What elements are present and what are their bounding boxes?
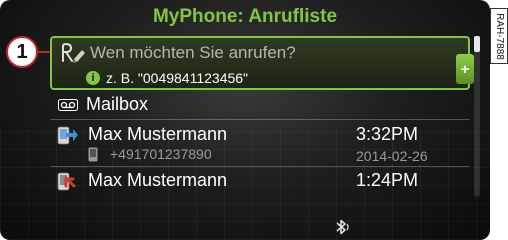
callout-line bbox=[38, 51, 50, 53]
info-icon: i bbox=[86, 71, 100, 85]
infotainment-screen: MyPhone: Anrufliste Wen möchten Sie anru… bbox=[0, 0, 490, 240]
mobile-phone-icon bbox=[88, 147, 98, 161]
call-time: 3:32PM bbox=[356, 124, 419, 144]
search-hint: i z. B. "0049841123456" bbox=[86, 70, 248, 86]
search-row[interactable]: Wen möchten Sie anrufen? bbox=[60, 42, 296, 64]
call-list-item[interactable]: Max Mustermann 3:32PM +491701237890 2014… bbox=[56, 124, 466, 168]
call-list-item[interactable]: Max Mustermann 1:24PM bbox=[56, 170, 466, 196]
contact-name: Max Mustermann bbox=[88, 170, 228, 190]
outgoing-call-icon bbox=[57, 126, 78, 145]
call-date: 2014-02-26 bbox=[356, 148, 428, 164]
search-placeholder: Wen möchten Sie anrufen? bbox=[90, 43, 296, 62]
callout-marker: 1 bbox=[6, 36, 38, 68]
bluetooth-icon bbox=[336, 219, 349, 235]
divider bbox=[50, 166, 470, 167]
handwriting-icon bbox=[62, 42, 85, 63]
mailbox-label: Mailbox bbox=[86, 94, 149, 114]
divider bbox=[50, 119, 470, 120]
contact-name: Max Mustermann bbox=[88, 124, 228, 144]
call-number-row: +491701237890 bbox=[88, 146, 212, 162]
search-example: z. B. "0049841123456" bbox=[106, 70, 249, 86]
missed-call-icon bbox=[57, 172, 76, 191]
figure-tag: RAH-7888 bbox=[490, 8, 508, 64]
add-button[interactable]: + bbox=[456, 54, 474, 84]
mailbox-item[interactable]: Mailbox bbox=[58, 94, 148, 115]
page-title: MyPhone: Anrufliste bbox=[152, 6, 338, 27]
call-time: 1:24PM bbox=[356, 170, 419, 190]
search-field[interactable]: Wen möchten Sie anrufen? i z. B. "004984… bbox=[50, 36, 474, 90]
scroll-thumb[interactable] bbox=[474, 36, 480, 52]
voicemail-icon bbox=[58, 98, 78, 111]
figure-tag-label: RAH-7888 bbox=[493, 12, 505, 60]
phone-number: +491701237890 bbox=[110, 146, 212, 162]
scrollbar[interactable] bbox=[474, 36, 480, 196]
